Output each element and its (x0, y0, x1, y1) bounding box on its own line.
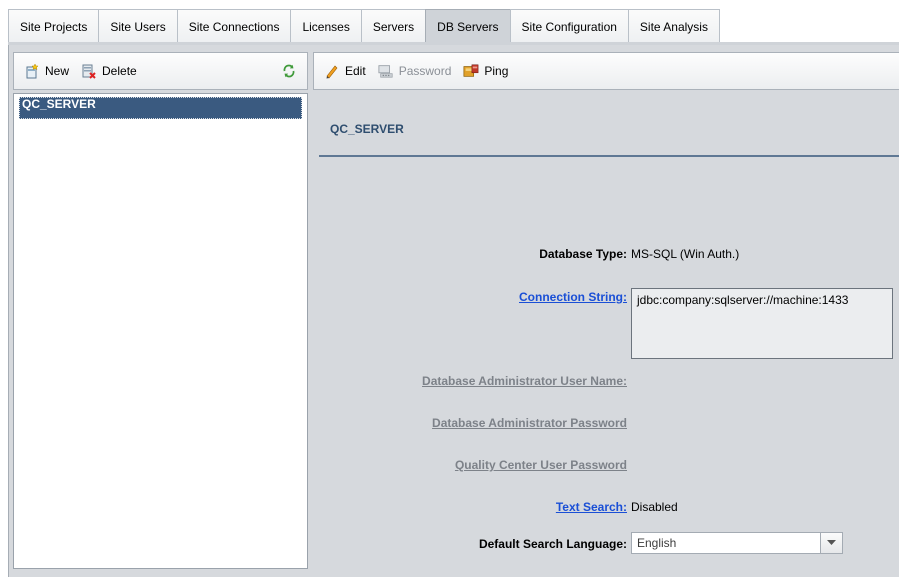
qc-user-password-label: Quality Center User Password (454, 458, 627, 472)
tree-item-label: QC_SERVER (22, 97, 96, 111)
password-icon (378, 63, 394, 79)
tab-site-configuration[interactable]: Site Configuration (509, 9, 629, 43)
ping-button-label: Ping (484, 64, 509, 78)
tab-site-projects[interactable]: Site Projects (8, 9, 100, 43)
db-type-label: Database Type: (539, 247, 627, 261)
connection-string-value: jdbc:company:sqlserver://machine:1433 (637, 293, 849, 307)
default-search-language-label: Default Search Language: (478, 537, 627, 551)
text-search-link[interactable]: Text Search: (556, 500, 627, 514)
connection-string-field[interactable]: jdbc:company:sqlserver://machine:1433 (631, 288, 893, 359)
right-toolbar: Edit Password Ping (313, 52, 899, 90)
tab-site-analysis[interactable]: Site Analysis (627, 9, 720, 43)
new-item-icon (24, 63, 40, 79)
new-button-label: New (45, 64, 70, 78)
password-button[interactable]: Password (378, 63, 452, 79)
left-toolbar: New Delete (13, 52, 308, 90)
ping-button[interactable]: Ping (463, 63, 508, 79)
tab-site-connections[interactable]: Site Connections (176, 9, 292, 43)
db-admin-user-name-label: Database Administrator User Name: (422, 374, 627, 388)
db-admin-password-label: Database Administrator Password (432, 416, 627, 430)
pencil-icon (324, 63, 340, 79)
tab-servers[interactable]: Servers (360, 9, 427, 43)
password-button-label: Password (398, 64, 452, 78)
tab-db-servers[interactable]: DB Servers (425, 9, 511, 43)
tab-list: Site Projects Site Users Site Connections L… (8, 9, 720, 43)
db-server-tree: QC_SERVER (13, 93, 308, 569)
default-search-language-value: English (637, 536, 677, 550)
db-type-value: MS-SQL (Win Auth.) (631, 247, 740, 261)
new-button[interactable]: New (24, 63, 69, 79)
refresh-icon[interactable] (281, 63, 297, 79)
connection-string-link[interactable]: Connection String: (519, 290, 627, 304)
delete-button[interactable]: Delete (81, 63, 137, 79)
text-search-value: Disabled (631, 500, 678, 514)
tab-bar: Site Projects Site Users Site Connections L… (0, 0, 899, 45)
tree-item-qc-server[interactable]: QC_SERVER (19, 97, 302, 119)
details-title: QC_SERVER (330, 122, 404, 136)
chevron-down-icon[interactable] (820, 533, 842, 553)
title-divider (319, 155, 899, 157)
default-search-language-select[interactable]: English (631, 532, 843, 554)
edit-button-label: Edit (345, 64, 366, 78)
tab-licenses[interactable]: Licenses (290, 9, 362, 43)
edit-button[interactable]: Edit (324, 63, 366, 79)
ping-icon (463, 63, 479, 79)
tab-site-users[interactable]: Site Users (98, 9, 178, 43)
delete-icon (81, 63, 97, 79)
delete-button-label: Delete (102, 64, 137, 78)
